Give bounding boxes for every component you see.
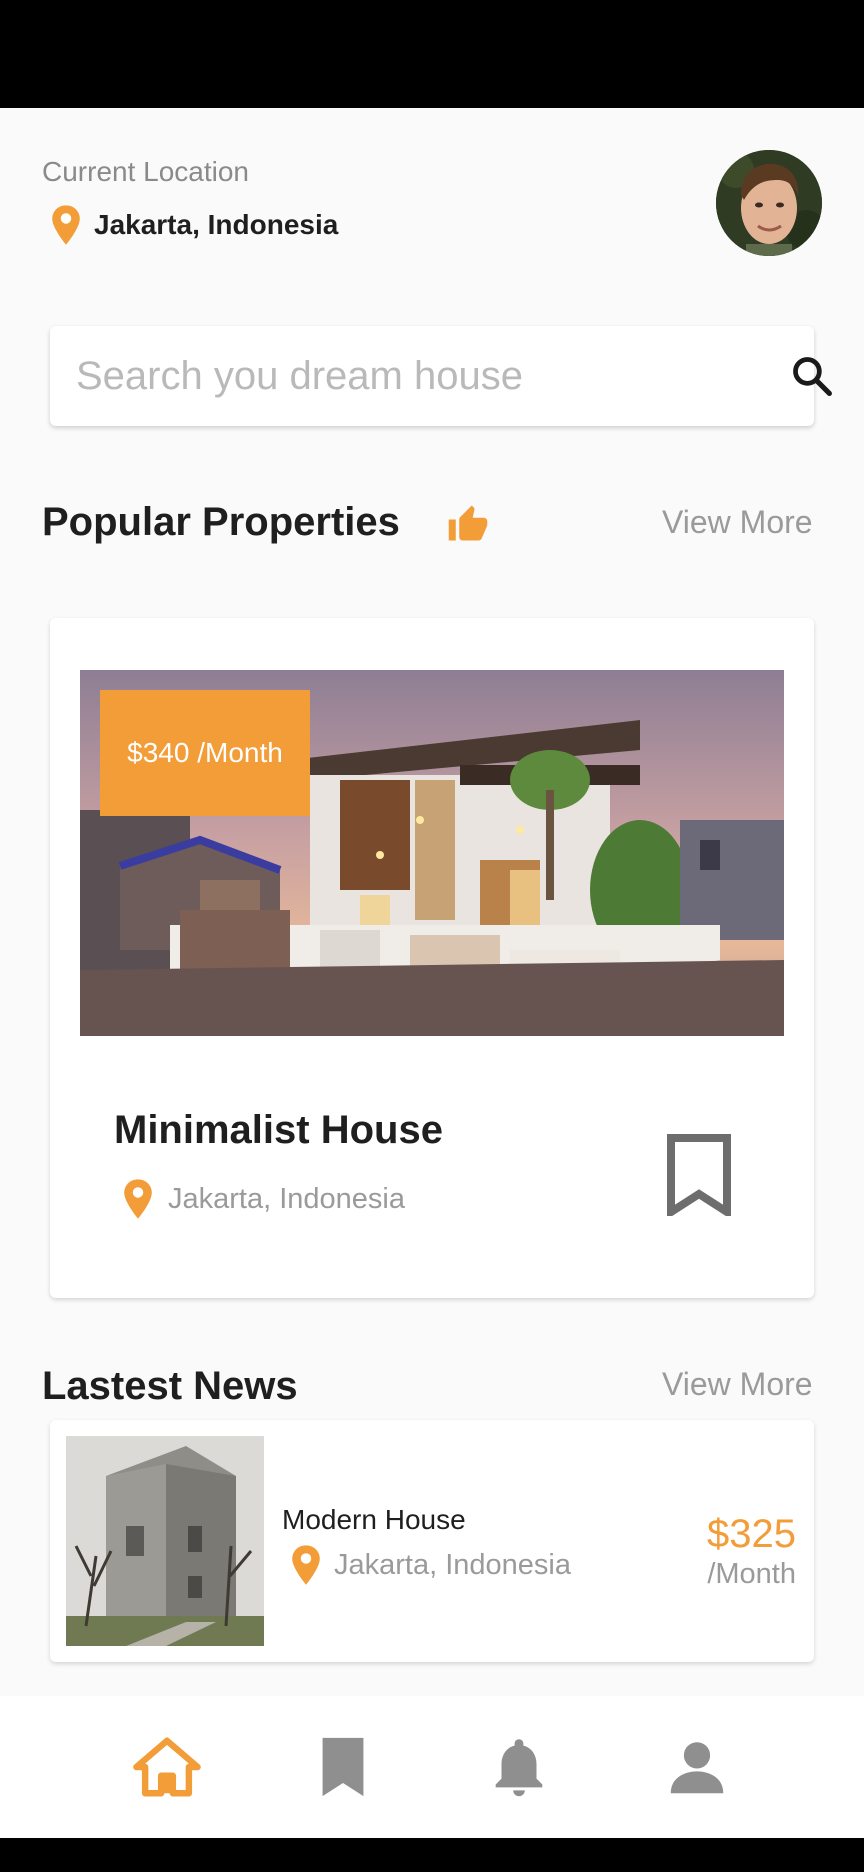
bookmark-outline-icon[interactable] — [666, 1134, 732, 1216]
news-item-period: /Month — [707, 1558, 796, 1590]
home-icon — [133, 1737, 201, 1797]
search-bar — [50, 326, 832, 426]
news-item-location: Jakarta, Indonesia — [290, 1544, 571, 1586]
property-name: Minimalist House — [114, 1108, 443, 1152]
user-avatar-photo — [716, 150, 822, 256]
property-location: Jakarta, Indonesia — [122, 1178, 405, 1220]
status-bar — [0, 0, 864, 108]
nav-home[interactable] — [132, 1732, 202, 1802]
property-card[interactable]: $340 /Month Minimalist House Jakarta, In… — [50, 618, 814, 1298]
property-location-text: Jakarta, Indonesia — [168, 1182, 405, 1215]
news-item-title: Modern House — [282, 1504, 466, 1535]
bookmark-icon — [322, 1737, 364, 1797]
system-navigation-bar — [0, 1838, 864, 1872]
popular-properties-title: Popular Properties — [42, 500, 400, 544]
popular-view-more-link[interactable]: View More — [662, 504, 813, 541]
current-location-caption: Current Location — [42, 156, 250, 187]
search-icon[interactable] — [790, 354, 834, 398]
search-input[interactable] — [76, 348, 716, 404]
latest-news-title: Lastest News — [42, 1364, 298, 1408]
location-pin-icon — [124, 1179, 152, 1219]
price-tag: $340 /Month — [100, 690, 310, 816]
bottom-navigation — [0, 1696, 864, 1838]
location-pin-icon — [52, 205, 80, 245]
location-pin-icon — [292, 1545, 320, 1585]
news-card[interactable]: Modern House Jakarta, Indonesia $325 /Mo… — [50, 1420, 814, 1662]
current-location[interactable]: Jakarta, Indonesia — [50, 204, 338, 246]
bell-icon — [495, 1739, 543, 1797]
thumbs-up-icon — [448, 505, 488, 541]
news-image — [66, 1436, 264, 1646]
nav-bookmarks[interactable] — [308, 1732, 378, 1802]
app-screen: Current Location Jakarta, Indonesia Popu… — [0, 108, 864, 1838]
avatar[interactable] — [716, 150, 822, 256]
news-item-price: $325 — [707, 1512, 796, 1556]
news-item-location-text: Jakarta, Indonesia — [334, 1548, 571, 1581]
nav-notifications[interactable] — [484, 1732, 554, 1802]
news-view-more-link[interactable]: View More — [662, 1366, 813, 1403]
current-location-text: Jakarta, Indonesia — [94, 209, 339, 240]
person-icon — [670, 1742, 724, 1794]
nav-profile[interactable] — [662, 1732, 732, 1802]
